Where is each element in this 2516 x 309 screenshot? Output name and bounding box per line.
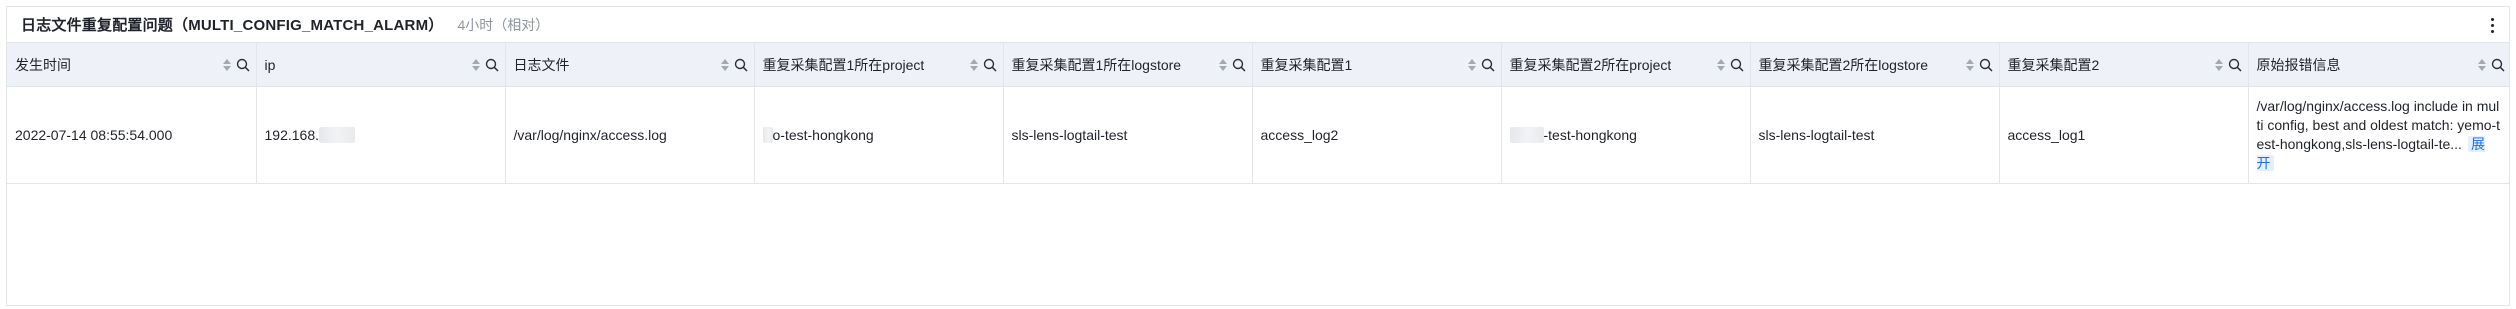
cell-project2-text: -test-hongkong [1543,127,1637,143]
sort-icon[interactable] [1716,58,1725,71]
column-header-logstore1[interactable]: 重复采集配置1所在logstore [1003,42,1253,87]
column-header-raw-error[interactable]: 原始报错信息 [2248,42,2509,87]
table-row: 2022-07-14 08:55:54.000 192.168. /var/lo… [7,86,2509,184]
column-header-config2[interactable]: 重复采集配置2 [1999,42,2249,87]
search-icon[interactable] [485,58,499,72]
cell-time: 2022-07-14 08:55:54.000 [7,86,257,184]
panel-title: 日志文件重复配置问题（MULTI_CONFIG_MATCH_ALARM） [21,17,444,34]
column-header-log-file[interactable]: 日志文件 [505,42,755,87]
sort-icon[interactable] [2214,58,2223,71]
column-header-time[interactable]: 发生时间 [7,42,257,87]
time-range-label[interactable]: 4小时（相对） [457,15,549,35]
masked-redaction [762,127,773,143]
raw-error-text: /var/log/nginx/access.log include in mul… [2256,98,2501,152]
masked-redaction [1509,127,1544,143]
cell-log-file: /var/log/nginx/access.log [505,86,755,184]
table-header-row: 发生时间 ip 日志文件 重复采集配置1所在project 重复采集配置1所在l… [7,42,2509,87]
cell-ip-text: 192.168. [264,127,320,143]
column-header-project2[interactable]: 重复采集配置2所在project [1501,42,1751,87]
cell-config2: access_log1 [1999,86,2249,184]
alarm-panel: 日志文件重复配置问题（MULTI_CONFIG_MATCH_ALARM） 4小时… [6,6,2510,306]
sort-icon[interactable] [1218,58,1227,71]
search-icon[interactable] [734,58,748,72]
sort-icon[interactable] [720,58,729,71]
cell-logstore1: sls-lens-logtail-test [1003,86,1253,184]
cell-project1-text: o-test-hongkong [772,127,874,143]
search-icon[interactable] [2228,58,2242,72]
sort-icon[interactable] [1965,58,1974,71]
search-icon[interactable] [983,58,997,72]
results-table: 发生时间 ip 日志文件 重复采集配置1所在project 重复采集配置1所在l… [7,42,2509,305]
search-icon[interactable] [236,58,250,72]
sort-icon[interactable] [1467,58,1476,71]
search-icon[interactable] [1481,58,1495,72]
column-header-ip[interactable]: ip [256,42,506,87]
sort-icon[interactable] [969,58,978,71]
cell-logstore2: sls-lens-logtail-test [1750,86,2000,184]
column-header-config1[interactable]: 重复采集配置1 [1252,42,1502,87]
cell-project1: o-test-hongkong [754,86,1004,184]
column-header-project1[interactable]: 重复采集配置1所在project [754,42,1004,87]
masked-redaction [319,127,355,143]
cell-project2: -test-hongkong [1501,86,1751,184]
search-icon[interactable] [2491,58,2505,72]
search-icon[interactable] [1730,58,1744,72]
cell-ip: 192.168. [256,86,506,184]
cell-raw-error: /var/log/nginx/access.log include in mul… [2248,86,2509,184]
sort-icon[interactable] [471,58,480,71]
column-header-logstore2[interactable]: 重复采集配置2所在logstore [1750,42,2000,87]
cell-config1: access_log2 [1252,86,1502,184]
search-icon[interactable] [1232,58,1246,72]
search-icon[interactable] [1979,58,1993,72]
sort-icon[interactable] [2478,58,2486,71]
panel-header: 日志文件重复配置问题（MULTI_CONFIG_MATCH_ALARM） 4小时… [7,7,2509,42]
more-vertical-icon[interactable] [2483,15,2501,35]
sort-icon[interactable] [222,58,231,71]
